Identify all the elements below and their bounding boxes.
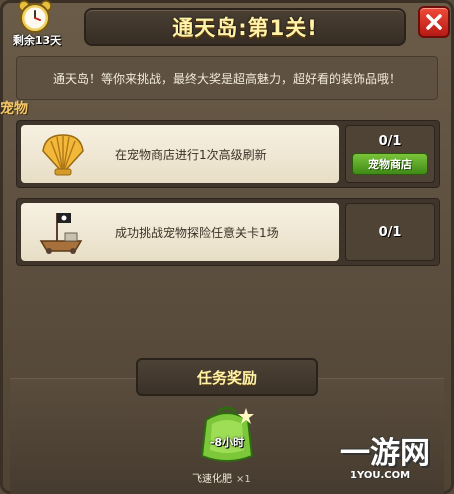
- task-description: 成功挑战宠物探险任意关卡1场: [115, 225, 279, 240]
- task-progress: 0/1: [378, 133, 402, 149]
- close-button[interactable]: [418, 6, 450, 38]
- pirate-ship-icon: [39, 213, 83, 254]
- task-row: 在宠物商店进行1次高级刷新 0/1 宠物商店: [16, 120, 440, 188]
- task-progress: 0/1: [378, 224, 402, 240]
- task-status-panel: 0/1: [345, 203, 435, 261]
- task-description: 在宠物商店进行1次高级刷新: [115, 147, 267, 162]
- close-icon: [426, 14, 442, 30]
- watermark-logo: 一游网: [340, 436, 430, 471]
- days-left-text: 剩余13天: [12, 34, 62, 47]
- watermark-sub: 1YOU.COM: [350, 470, 411, 481]
- reward-title: 任务奖励: [196, 368, 257, 387]
- page-title: 通天岛:第1关!: [172, 16, 318, 40]
- reward-quantity: ×1: [236, 474, 251, 485]
- reward-item-name: 飞速化肥: [192, 474, 232, 485]
- section-label: 宠物: [0, 101, 28, 117]
- days-left-indicator: 剩余13天: [4, 0, 68, 50]
- description-box: 通天岛！等你来挑战，最终大奖是超高魅力，超好看的装饰品哦！: [16, 56, 438, 100]
- alarm-clock-icon: [18, 0, 52, 33]
- reward-timer-label: -8小时: [209, 436, 245, 449]
- description-text: 通天岛！等你来挑战，最终大奖是超高魅力，超好看的装饰品哦！: [52, 71, 401, 86]
- shell-icon: [42, 134, 84, 176]
- reward-item-label: 飞速化肥 ×1: [192, 470, 282, 485]
- task-card: 成功挑战宠物探险任意关卡1场: [21, 203, 339, 261]
- task-card: 在宠物商店进行1次高级刷新: [21, 125, 339, 183]
- header-bar: 通天岛:第1关!: [84, 8, 406, 46]
- task-row: 成功挑战宠物探险任意关卡1场 0/1: [16, 198, 440, 266]
- reward-header: 任务奖励: [136, 358, 318, 396]
- task-status-panel: 0/1 宠物商店: [345, 125, 435, 183]
- pet-shop-button[interactable]: 宠物商店: [352, 152, 428, 175]
